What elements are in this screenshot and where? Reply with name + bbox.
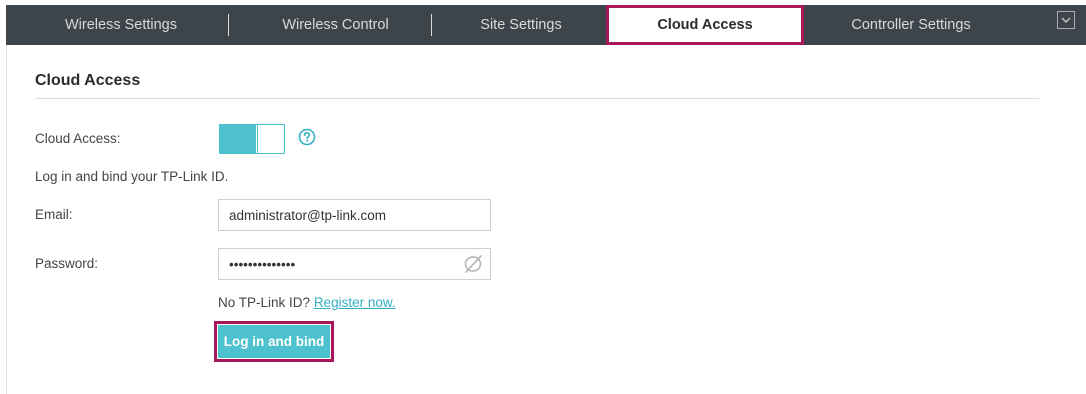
register-prompt: No TP-Link ID? Register now. [218,295,396,310]
toggle-on-fill [220,125,256,153]
section-title: Cloud Access [35,72,141,89]
no-id-text: No TP-Link ID? [218,295,311,310]
tab-wireless-control[interactable]: Wireless Control [238,5,433,45]
question-circle-icon[interactable] [298,128,316,151]
tab-wireless-settings[interactable]: Wireless Settings [6,5,236,45]
bind-hint-text: Log in and bind your TP-Link ID. [35,169,229,184]
password-label: Password: [35,256,99,271]
email-field[interactable] [218,199,491,231]
nav-more-dropdown[interactable] [1057,11,1075,29]
log-in-and-bind-button[interactable]: Log in and bind [218,325,330,358]
tab-site-settings[interactable]: Site Settings [436,5,606,45]
password-field[interactable] [218,248,491,280]
tab-controller-settings[interactable]: Controller Settings [806,5,1016,45]
tab-separator [431,14,432,36]
top-navigation-bar: Wireless Settings Wireless Control Site … [6,5,1086,45]
email-label: Email: [35,207,73,222]
content-border [6,45,7,394]
cloud-access-toggle[interactable] [219,124,285,154]
tab-separator [228,14,229,36]
cloud-access-label: Cloud Access: [35,131,121,146]
tab-cloud-access[interactable]: Cloud Access [607,5,803,45]
toggle-knob [257,125,258,153]
section-divider [35,98,1039,99]
eye-slash-icon[interactable] [462,254,484,279]
register-now-link[interactable]: Register now. [314,295,396,310]
